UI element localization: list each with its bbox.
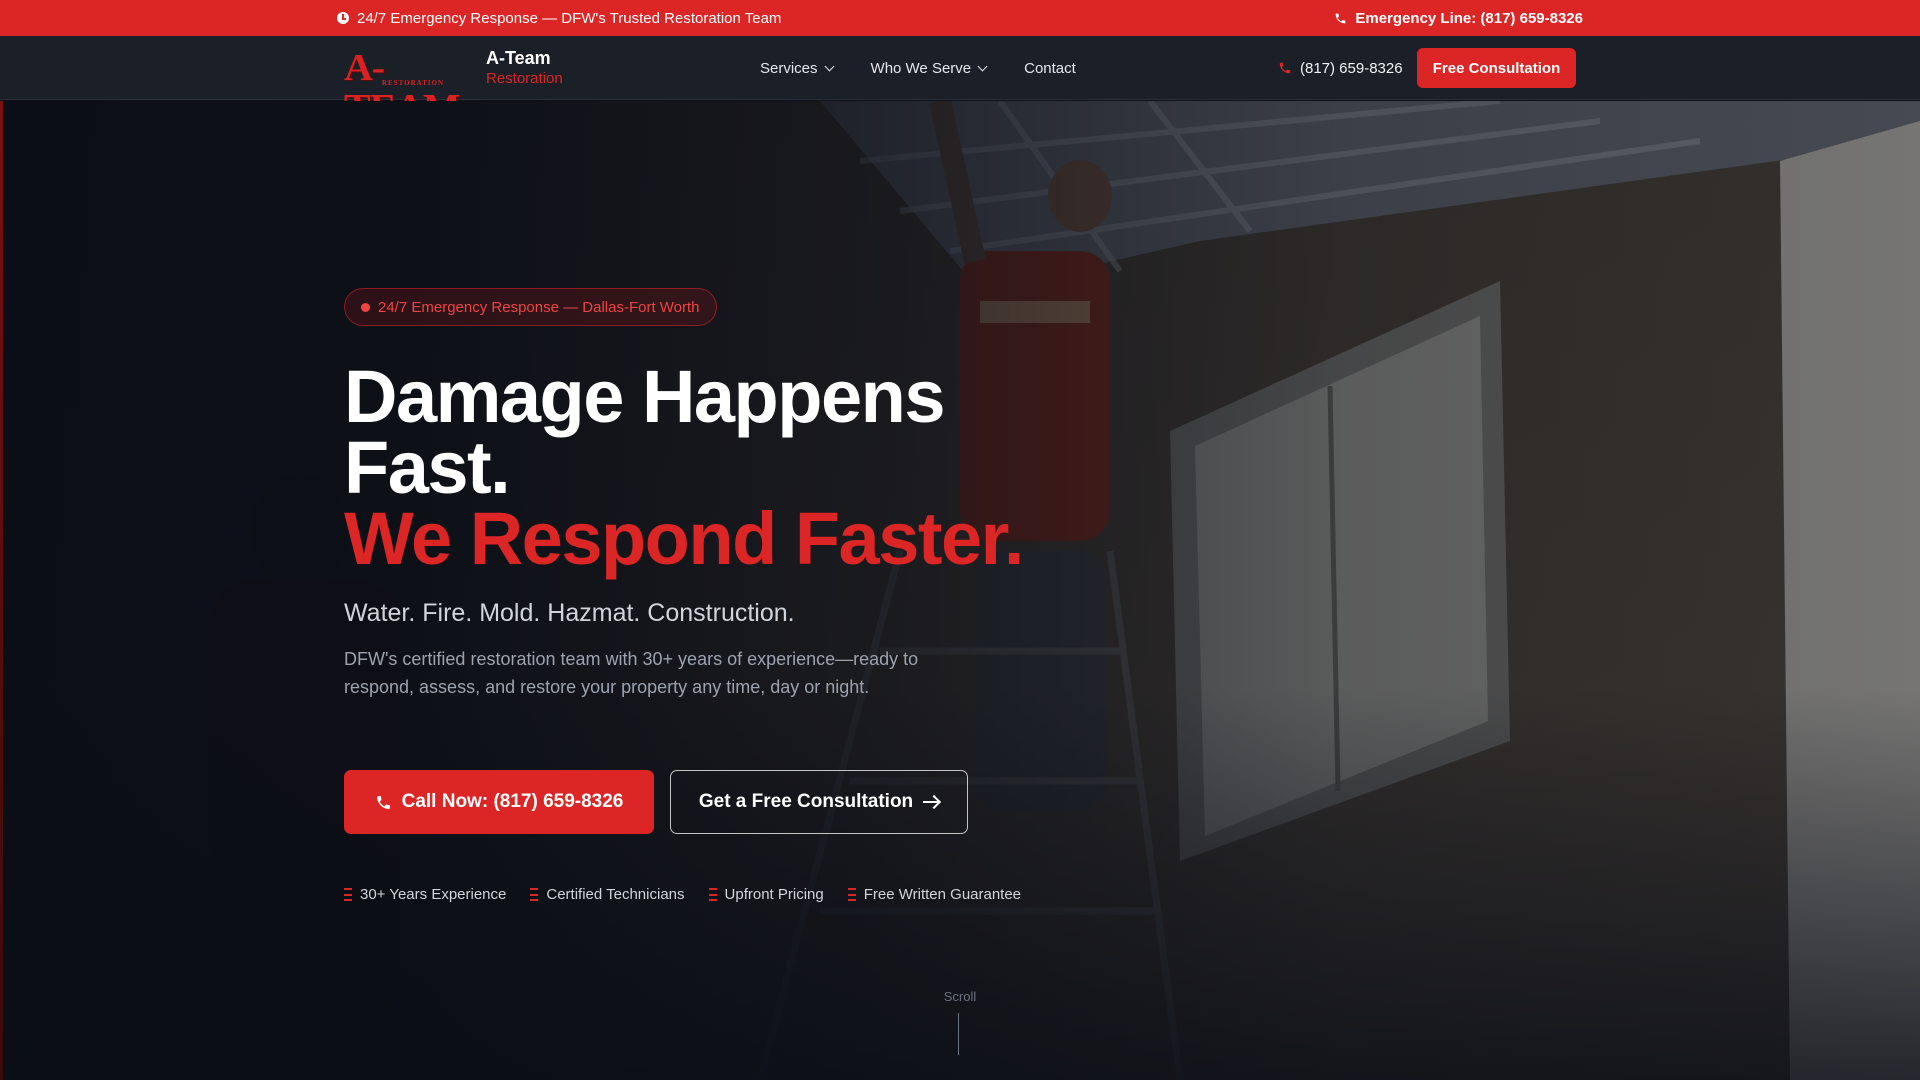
trust-item-label: Certified Technicians bbox=[546, 886, 685, 903]
headline-accent: We Respond Faster. bbox=[344, 497, 1024, 580]
hero-left-edge bbox=[0, 101, 3, 1080]
call-now-label: Call Now: (817) 659-8326 bbox=[401, 791, 624, 812]
topbar-left: 24/7 Emergency Response — DFW's Trusted … bbox=[337, 0, 781, 36]
hero-description: DFW's certified restoration team with 30… bbox=[344, 649, 919, 697]
nav-item-contact[interactable]: Contact bbox=[1024, 60, 1076, 77]
headline-line-2: Fast. bbox=[344, 426, 511, 509]
phone-icon bbox=[1336, 13, 1346, 23]
scroll-indicator[interactable]: Scroll bbox=[940, 989, 980, 1004]
trust-item-label: Upfront Pricing bbox=[724, 886, 824, 903]
list-icon bbox=[344, 888, 352, 901]
nav-item-who-we-serve[interactable]: Who We Serve bbox=[870, 59, 988, 77]
chevron-down-icon bbox=[824, 61, 834, 71]
trust-item-label: Free Written Guarantee bbox=[863, 886, 1022, 903]
nav-item-label: Contact bbox=[1024, 59, 1076, 77]
scroll-line bbox=[958, 1013, 959, 1055]
call-now-button[interactable]: Call Now: (817) 659-8326 bbox=[344, 770, 654, 834]
emergency-line-text: Emergency Line: (817) 659-8326 bbox=[1355, 9, 1583, 27]
trust-item: Upfront Pricing bbox=[708, 886, 824, 903]
nav-phone-number: (817) 659-8326 bbox=[1300, 59, 1403, 77]
free-consultation-button[interactable]: Free Consultation bbox=[1417, 48, 1576, 88]
live-dot-icon bbox=[361, 302, 370, 312]
badge-text: 24/7 Emergency Response — Dallas-Fort Wo… bbox=[378, 298, 700, 316]
list-icon bbox=[847, 888, 856, 901]
trust-item: 30+ Years Experience bbox=[344, 886, 506, 903]
services-list: Water. Fire. Mold. Hazmat. Construction. bbox=[344, 599, 795, 627]
hero-headline: Damage Happens Fast. We Respond Faster. bbox=[344, 355, 1024, 580]
trust-item-label: 30+ Years Experience bbox=[360, 886, 507, 903]
list-icon bbox=[530, 888, 539, 901]
headline-line-1: Damage Happens bbox=[344, 355, 945, 438]
nav-item-label: Services bbox=[760, 59, 818, 77]
hero-overlay bbox=[0, 101, 1920, 1080]
hero-section: 24/7 Emergency Response — Dallas-Fort Wo… bbox=[0, 101, 1920, 1080]
brand-name: A-Team bbox=[486, 48, 551, 69]
get-consultation-button[interactable]: Get a Free Consultation bbox=[670, 770, 968, 834]
arrow-right-icon bbox=[923, 801, 940, 803]
list-icon bbox=[708, 888, 717, 901]
emergency-badge: 24/7 Emergency Response — Dallas-Fort Wo… bbox=[344, 288, 717, 326]
phone-icon bbox=[376, 795, 390, 809]
main-navbar: A-TEAM RESTORATION A-Team Restoration Se… bbox=[0, 36, 1920, 128]
brand-tagline: Restoration bbox=[486, 69, 563, 87]
trust-indicators: 30+ Years Experience Certified Technicia… bbox=[344, 886, 1021, 903]
chevron-down-icon bbox=[977, 61, 988, 71]
get-consultation-label: Get a Free Consultation bbox=[698, 791, 914, 812]
phone-icon bbox=[1279, 62, 1291, 74]
nav-item-services[interactable]: Services bbox=[760, 59, 834, 77]
emergency-topbar: 24/7 Emergency Response — DFW's Trusted … bbox=[0, 0, 1920, 36]
logo-mark-subtext: RESTORATION bbox=[380, 79, 447, 87]
logo-mark: A-TEAM RESTORATION bbox=[344, 48, 472, 128]
topbar-message: 24/7 Emergency Response — DFW's Trusted … bbox=[357, 9, 782, 27]
trust-item: Certified Technicians bbox=[530, 886, 685, 903]
nav-item-label: Who We Serve bbox=[870, 59, 972, 77]
clock-icon bbox=[337, 12, 349, 24]
emergency-line-link[interactable]: Emergency Line: (817) 659-8326 bbox=[1334, 0, 1583, 36]
nav-phone-link[interactable]: (817) 659-8326 bbox=[1278, 36, 1403, 100]
nav-links: Services Who We Serve Contact bbox=[760, 36, 1076, 100]
logo-words: A-Team Restoration bbox=[486, 48, 563, 88]
trust-item: Free Written Guarantee bbox=[847, 886, 1022, 903]
brand-logo[interactable]: A-TEAM RESTORATION A-Team Restoration bbox=[344, 48, 563, 128]
